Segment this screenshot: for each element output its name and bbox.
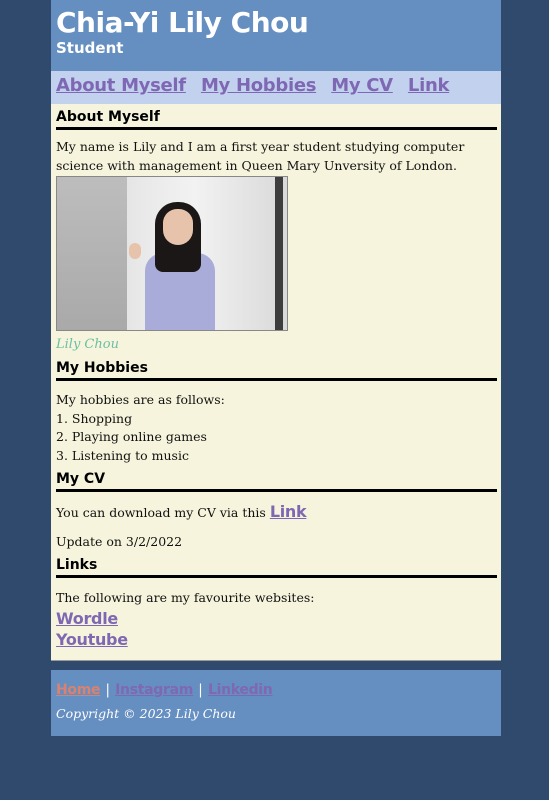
profile-photo: [56, 176, 288, 331]
site-subtitle: Student: [56, 39, 124, 57]
link-wordle[interactable]: Wordle: [56, 608, 497, 629]
cv-text: You can download my CV via this Link: [56, 502, 497, 523]
copyright-text: Copyright © 2023 Lily Chou: [56, 706, 236, 721]
links-intro: The following are my favourite websites:: [56, 590, 315, 605]
nav-my-hobbies[interactable]: My Hobbies: [201, 75, 317, 96]
main-content: About Myself My name is Lily and I am a …: [51, 104, 501, 661]
nav-my-cv[interactable]: My CV: [331, 75, 393, 96]
cv-update: Update on 3/2/2022: [56, 533, 183, 549]
cv-text-label: You can download my CV via this: [56, 505, 266, 520]
links-heading: Links: [56, 556, 497, 578]
hobby-item: 1. Shopping: [56, 410, 133, 426]
photo-caption: Lily Chou: [56, 337, 119, 352]
nav-about-myself[interactable]: About Myself: [56, 75, 186, 96]
footer-separator: |: [105, 682, 111, 698]
footer-home-link[interactable]: Home: [56, 682, 101, 698]
footer-linkedin-link[interactable]: Linkedin: [208, 682, 273, 698]
link-youtube[interactable]: Youtube: [56, 629, 497, 650]
page: Chia-Yi Lily Chou Student About Myself M…: [51, 0, 501, 736]
hobbies-heading: My Hobbies: [56, 359, 497, 381]
hobby-item: 3. Listening to music: [56, 447, 189, 463]
cv-heading: My CV: [56, 470, 497, 492]
site-title: Chia-Yi Lily Chou: [56, 6, 309, 39]
footer-instagram-link[interactable]: Instagram: [115, 682, 193, 698]
hobby-item: 2. Playing online games: [56, 429, 207, 444]
main-nav: About Myself My Hobbies My CV Link: [51, 71, 501, 104]
cv-download-link[interactable]: Link: [270, 502, 307, 521]
hobbies-intro: My hobbies are as follows:: [56, 392, 225, 407]
footer-separator: |: [198, 682, 203, 698]
about-heading: About Myself: [56, 108, 497, 130]
site-header: Chia-Yi Lily Chou Student: [51, 0, 501, 71]
nav-link[interactable]: Link: [408, 75, 450, 96]
about-text: My name is Lily and I am a first year st…: [56, 139, 465, 173]
site-footer: Home | Instagram | Linkedin Copyright © …: [51, 670, 501, 736]
